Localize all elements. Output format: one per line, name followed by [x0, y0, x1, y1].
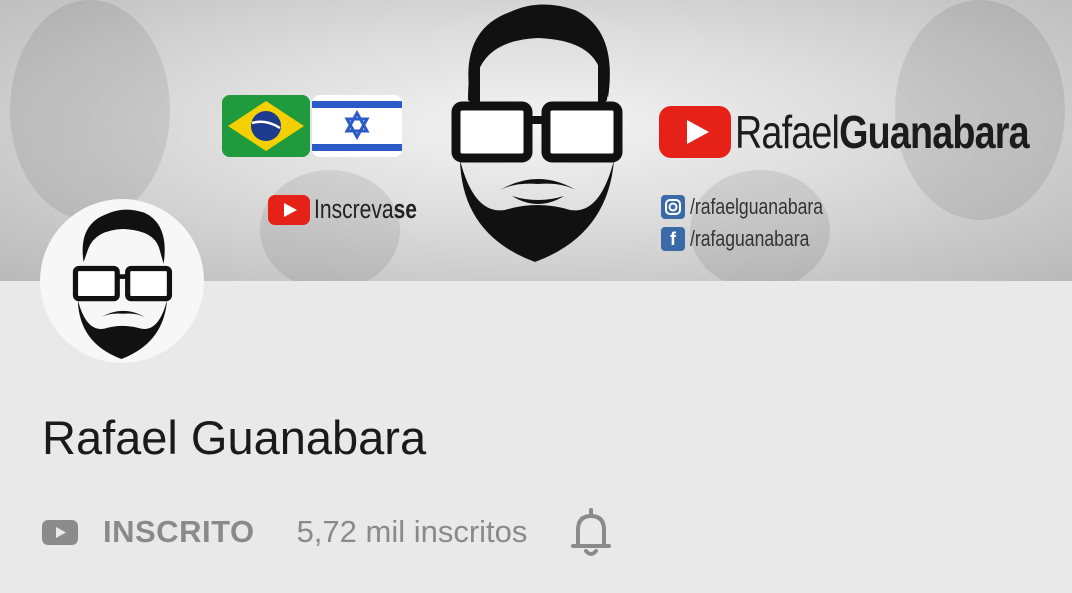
youtube-play-icon [659, 106, 731, 158]
banner-subscribe-tag: Inscrevase [268, 194, 446, 225]
subscribed-button[interactable]: INSCRITO [42, 514, 255, 550]
channel-avatar[interactable] [40, 199, 204, 363]
subscriber-count: 5,72 mil inscritos [296, 514, 528, 549]
banner-social-facebook: f /rafaguanabara [661, 226, 839, 252]
facebook-icon: f [661, 227, 685, 251]
brazil-flag-icon [222, 95, 310, 157]
banner-brand-logo: RafaelGuanabara [659, 104, 1072, 160]
banner-brand-name: RafaelGuanabara [735, 106, 1030, 158]
banner-face-illustration [451, 4, 623, 262]
channel-title: Rafael Guanabara [42, 411, 427, 464]
facebook-handle: /rafaguanabara [690, 226, 810, 251]
subscription-row: INSCRITO 5,72 mil inscritos [42, 506, 615, 558]
youtube-play-icon [268, 194, 310, 225]
banner-subscribe-text: Inscrevase [314, 194, 418, 224]
notification-bell-icon[interactable] [567, 506, 615, 558]
instagram-handle: /rafaelguanabara [690, 194, 824, 219]
israel-flag-icon [312, 95, 402, 157]
youtube-play-icon [42, 519, 78, 545]
instagram-icon [661, 195, 685, 219]
subscribed-label: INSCRITO [103, 514, 255, 549]
banner-social-instagram: /rafaelguanabara [661, 194, 856, 220]
